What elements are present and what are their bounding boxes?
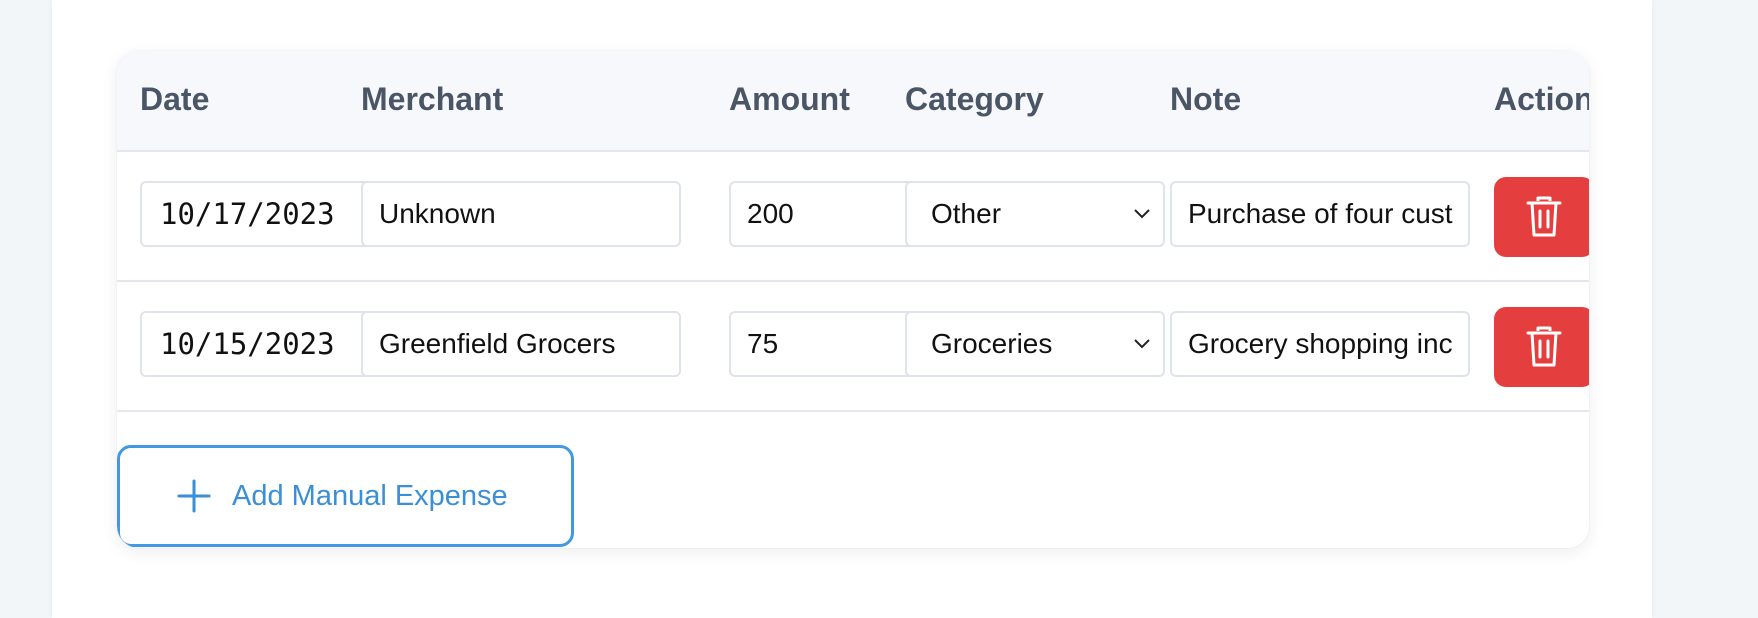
note-input[interactable]: Purchase of four cust bbox=[1170, 181, 1470, 247]
header-date: Date bbox=[140, 81, 210, 117]
merchant-input[interactable]: Greenfield Grocers bbox=[361, 311, 681, 377]
category-select-value: Other bbox=[931, 198, 1002, 229]
note-input[interactable]: Grocery shopping inc bbox=[1170, 311, 1470, 377]
table-row: 10/17/2023 Unknown 200 Other Purchase of… bbox=[117, 152, 1589, 282]
header-category: Category bbox=[905, 81, 1044, 117]
amount-input[interactable]: 200 bbox=[729, 181, 919, 247]
trash-icon bbox=[1526, 326, 1562, 367]
header-actions: Actions bbox=[1494, 81, 1589, 117]
header-merchant: Merchant bbox=[361, 81, 504, 117]
chevron-down-icon bbox=[1134, 209, 1150, 219]
category-select[interactable]: Groceries bbox=[905, 311, 1165, 377]
header-amount: Amount bbox=[729, 81, 850, 117]
expense-table: Date Merchant Amount Category Note Actio… bbox=[117, 51, 1589, 548]
merchant-input[interactable]: Unknown bbox=[361, 181, 681, 247]
delete-button[interactable] bbox=[1494, 177, 1589, 257]
category-select-value: Groceries bbox=[931, 328, 1053, 359]
add-manual-expense-button[interactable]: Add Manual Expense bbox=[117, 445, 574, 547]
category-select[interactable]: Other bbox=[905, 181, 1165, 247]
header-note: Note bbox=[1170, 81, 1242, 117]
table-row: 10/15/2023 Greenfield Grocers 75 Groceri… bbox=[117, 282, 1589, 412]
chevron-down-icon bbox=[1134, 339, 1150, 349]
table-header: Date Merchant Amount Category Note Actio… bbox=[117, 51, 1589, 152]
amount-input[interactable]: 75 bbox=[729, 311, 919, 377]
delete-button[interactable] bbox=[1494, 307, 1589, 387]
add-manual-expense-label: Add Manual Expense bbox=[232, 479, 508, 512]
trash-icon bbox=[1526, 196, 1562, 237]
plus-icon bbox=[177, 479, 211, 513]
